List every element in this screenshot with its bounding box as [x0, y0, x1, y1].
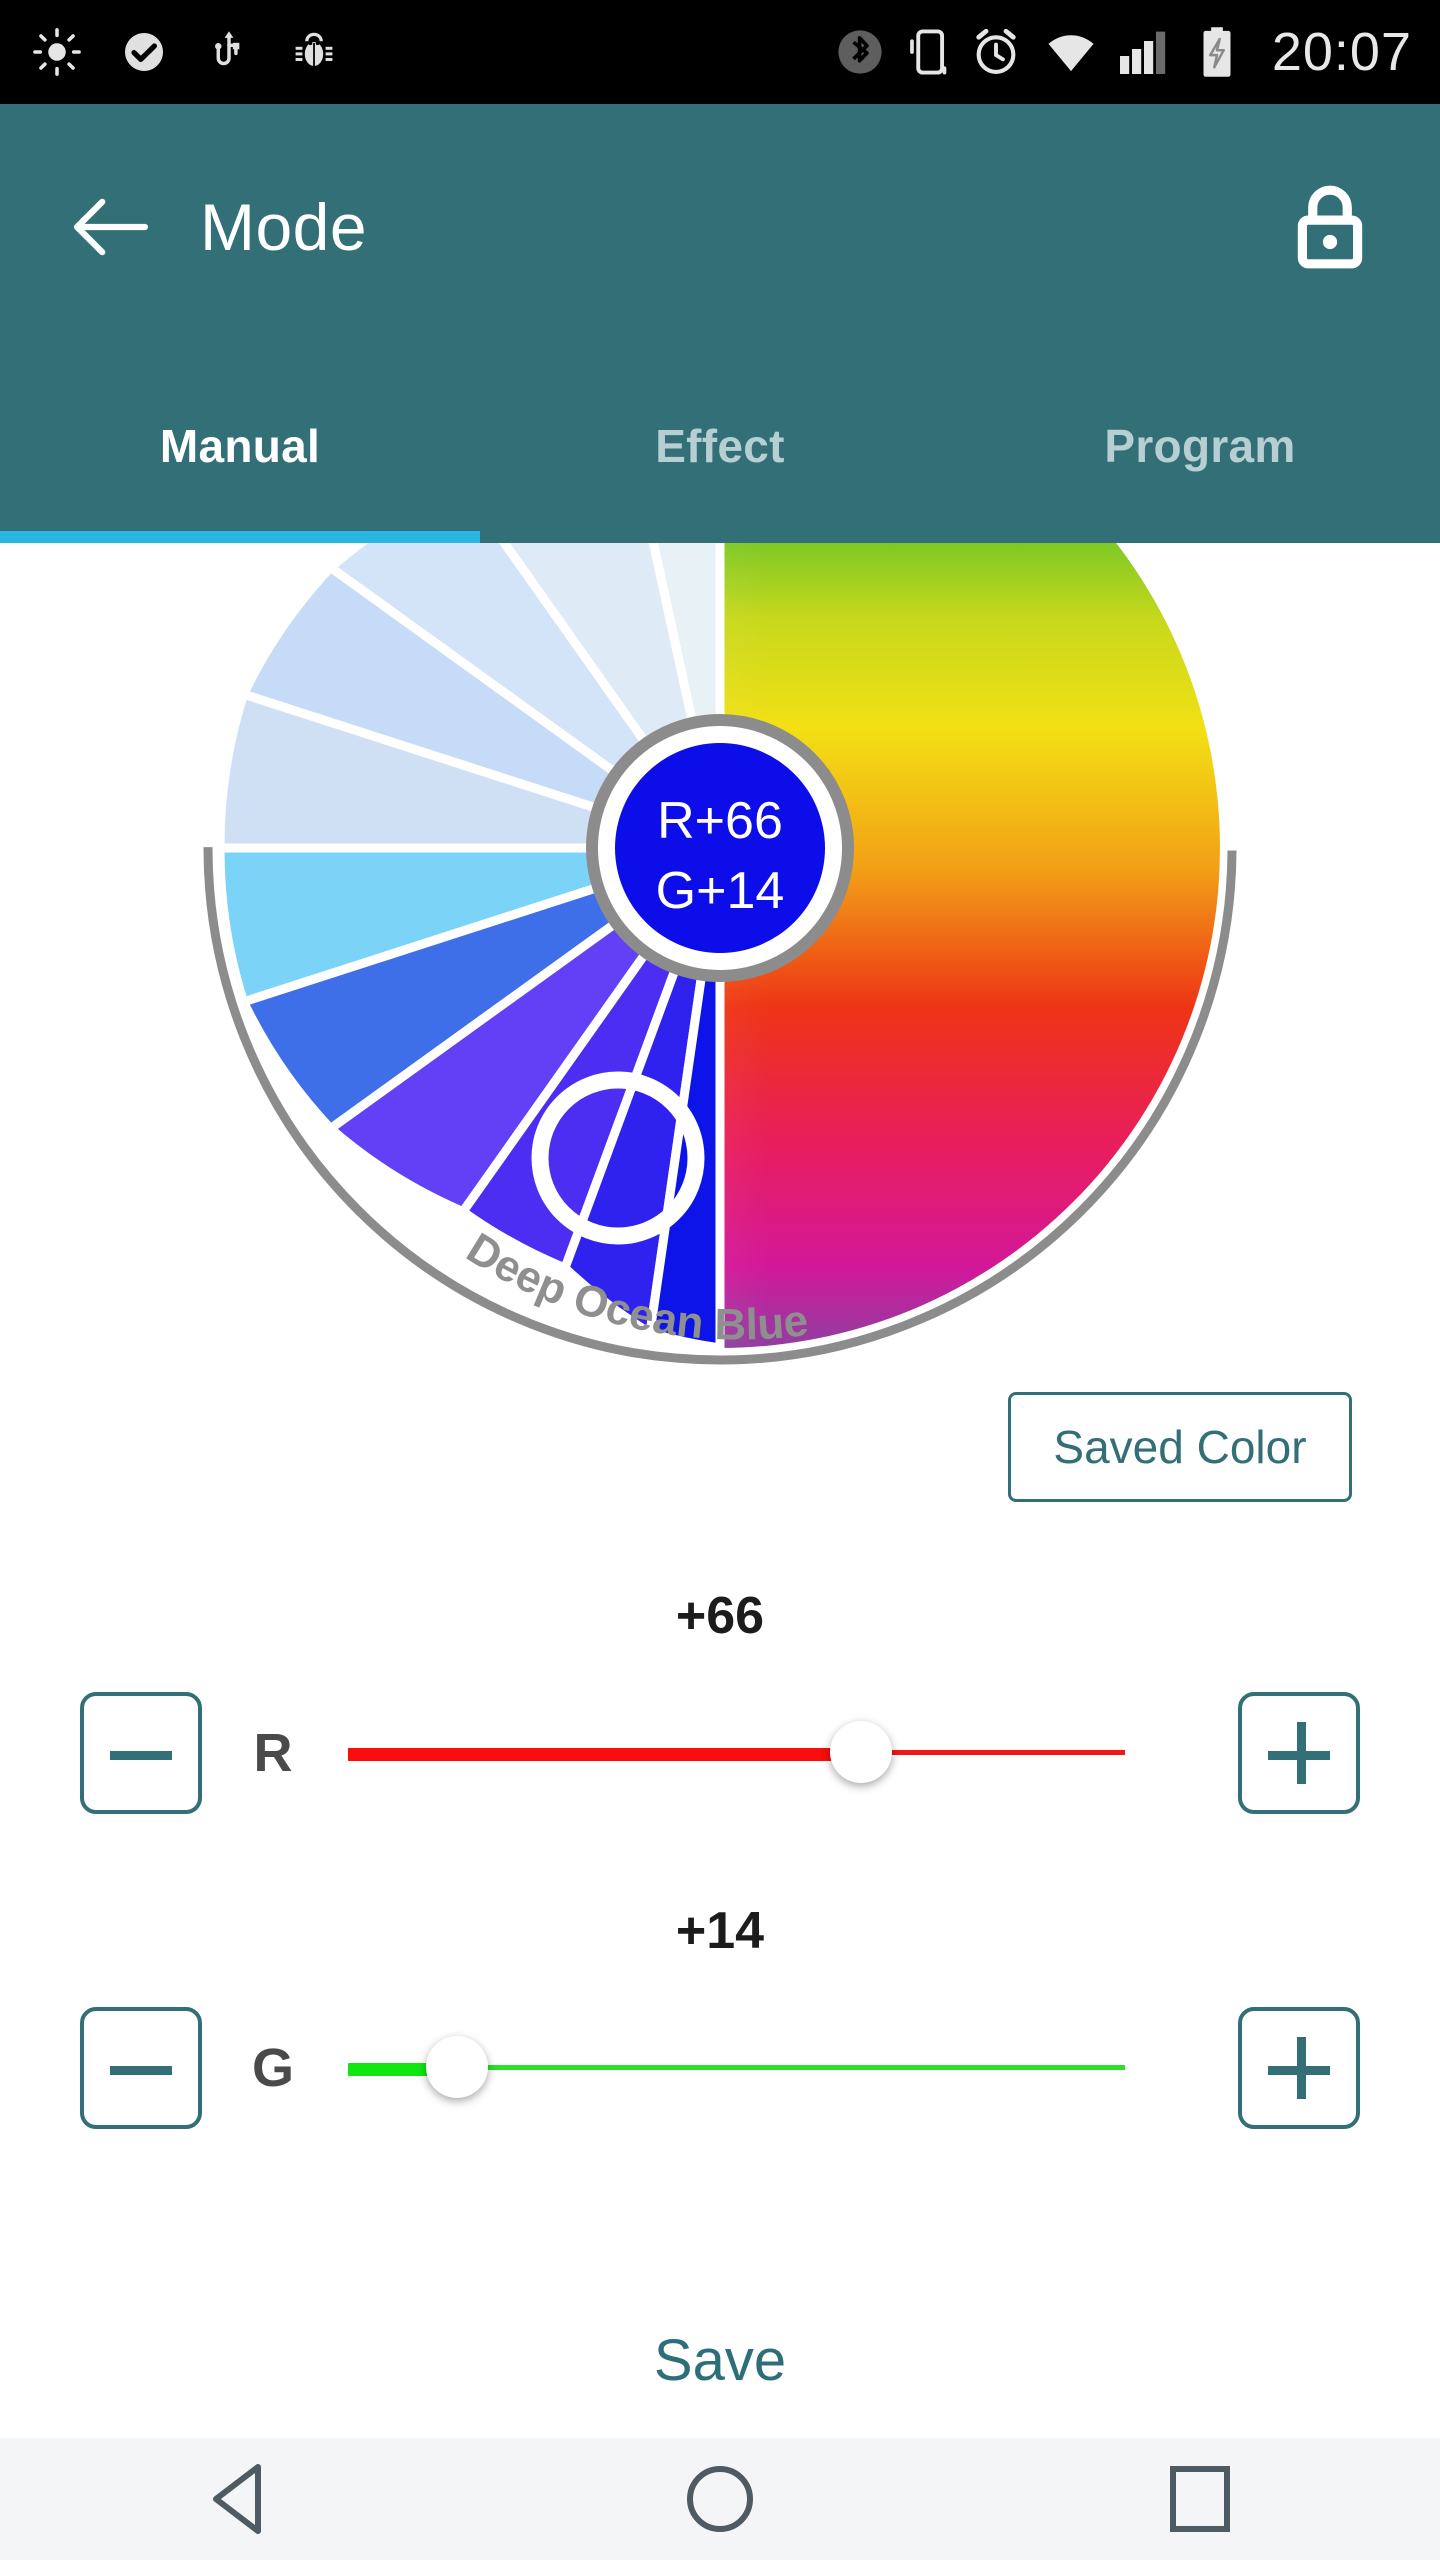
- nav-home-button[interactable]: [630, 2438, 810, 2560]
- lock-icon: [1297, 185, 1363, 268]
- tab-effect[interactable]: Effect: [480, 349, 960, 543]
- bluetooth-icon: [838, 30, 882, 74]
- saved-color-label: Saved Color: [1053, 1421, 1307, 1473]
- increase-g-button[interactable]: [1238, 2007, 1360, 2129]
- center-value-r: R+66: [657, 792, 783, 850]
- slider-track-r-fill: [348, 1748, 861, 1761]
- app-header: Mode Manual Effect Program: [0, 104, 1440, 543]
- system-nav-bar: [0, 2438, 1440, 2560]
- tab-program[interactable]: Program: [960, 349, 1440, 543]
- saved-color-button[interactable]: Saved Color: [1008, 1392, 1352, 1502]
- slider-row-g: +14 G: [0, 1902, 1440, 2129]
- brightness-icon: [33, 28, 81, 76]
- color-wheel[interactable]: R+66 G+14 Deep Ocean Blue: [0, 543, 1440, 1373]
- channel-label-g: G: [251, 2038, 294, 2098]
- decrease-r-button[interactable]: [80, 1692, 202, 1814]
- vibrate-icon: [909, 29, 947, 75]
- channel-label-r: R: [253, 1723, 293, 1783]
- slider-value-r: +66: [675, 1587, 765, 1645]
- slider-track-r[interactable]: [348, 1721, 1125, 1783]
- nav-back-button[interactable]: [150, 2438, 330, 2560]
- app-bar: Mode: [0, 104, 1440, 349]
- color-wheel-area[interactable]: R+66 G+14 Deep Ocean Blue: [0, 543, 1440, 1373]
- status-bar-right-icons: 20:07: [834, 25, 1440, 79]
- minus-icon: [110, 2066, 172, 2075]
- tab-manual[interactable]: Manual: [0, 349, 480, 543]
- circle-home-icon: [687, 2466, 753, 2532]
- status-bar: 20:07: [0, 0, 1440, 104]
- page-title: Mode: [200, 189, 368, 264]
- increase-r-button[interactable]: [1238, 1692, 1360, 1814]
- tab-program-label: Program: [1104, 420, 1296, 472]
- decrease-g-button[interactable]: [80, 2007, 202, 2129]
- back-button[interactable]: [50, 167, 170, 287]
- plus-icon-vertical: [1297, 2037, 1306, 2099]
- center-value-g: G+14: [656, 862, 785, 920]
- usb-icon: [215, 31, 240, 66]
- app-screen: 20:07 Mode Manual Effect Program R+66 G+…: [0, 0, 1440, 2560]
- nav-recents-button[interactable]: [1110, 2438, 1290, 2560]
- minus-icon: [110, 1751, 172, 1760]
- battery-charging-icon: [1203, 27, 1231, 77]
- bug-icon: [295, 32, 333, 66]
- square-recents-icon: [1170, 2466, 1230, 2532]
- arrow-left-icon: [73, 198, 148, 255]
- slider-row-r: +66 R: [0, 1587, 1440, 1814]
- tab-manual-label: Manual: [159, 420, 321, 472]
- wifi-icon: [1048, 35, 1094, 72]
- slider-thumb-g[interactable]: [425, 2036, 488, 2098]
- tab-active-indicator: [0, 531, 480, 543]
- signal-icon: [1119, 31, 1166, 75]
- save-button[interactable]: Save: [0, 2283, 1440, 2438]
- tab-effect-label: Effect: [655, 420, 785, 472]
- slider-track-g[interactable]: [348, 2036, 1125, 2098]
- alarm-icon: [976, 28, 1016, 74]
- status-bar-left-icons: [0, 27, 834, 77]
- tab-bar: Manual Effect Program: [0, 349, 1440, 543]
- lock-button[interactable]: [1275, 167, 1385, 287]
- slider-thumb-r[interactable]: [829, 1721, 892, 1783]
- save-button-label: Save: [653, 2328, 787, 2393]
- status-bar-clock: 20:07: [1271, 22, 1412, 82]
- triangle-back-icon: [213, 2464, 261, 2534]
- check-circle-icon: [125, 33, 163, 71]
- slider-value-g: +14: [675, 1902, 765, 1960]
- plus-icon-vertical: [1297, 1722, 1306, 1784]
